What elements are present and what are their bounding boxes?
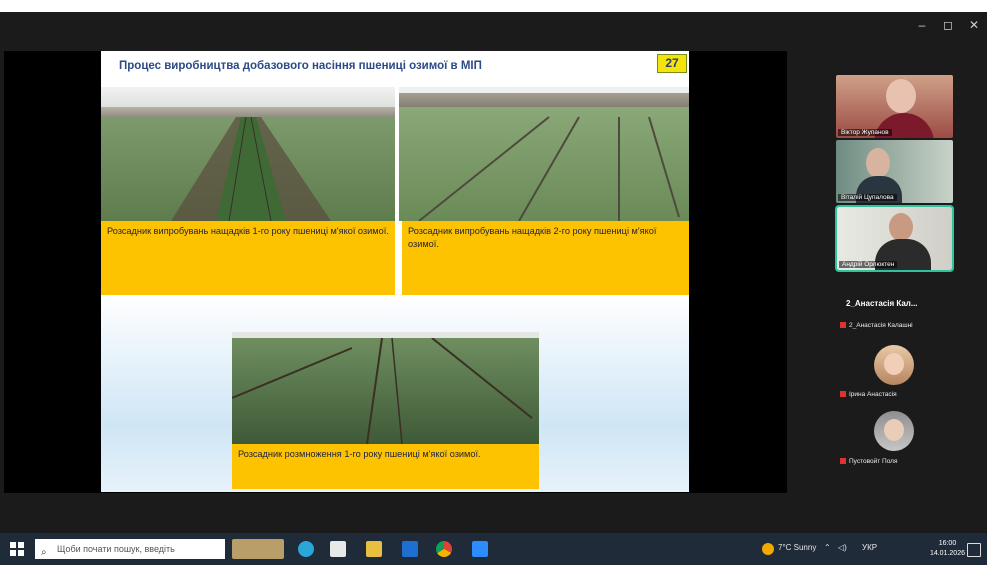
tray-chevron-icon[interactable]: ⌃ [824, 543, 831, 552]
participant-avatar [874, 411, 914, 451]
store-icon[interactable] [330, 541, 346, 557]
field-photo-2 [399, 87, 689, 221]
participant-list-item[interactable]: 2_Анастасія Калашні [840, 322, 913, 329]
participant-avatar [874, 345, 914, 385]
close-button[interactable]: ✕ [961, 14, 987, 36]
taskbar-widget-thumbnail[interactable] [232, 539, 284, 559]
presentation-slide: Процес виробництва добазового насіння пш… [101, 51, 689, 492]
participant-tile-2[interactable]: Віталій Цупалова [836, 140, 953, 203]
notification-icon[interactable] [967, 543, 981, 557]
field-photo-3 [232, 332, 539, 444]
search-icon: ⌕ [41, 547, 47, 558]
caption-3: Розсадник розмноження 1-го року пшениці … [232, 444, 539, 489]
active-speaker-name: 2_Анастасія Кал... [846, 299, 918, 308]
speaker-icon[interactable]: ◁) [838, 543, 847, 552]
weather-text: 7°C Sunny [778, 543, 817, 552]
windows-start-icon[interactable] [10, 542, 24, 556]
window-controls: – ◻ ✕ [909, 14, 987, 36]
caption-2: Розсадник випробувань нащадків 2-го року… [402, 221, 689, 295]
mic-muted-icon [840, 458, 846, 465]
taskbar-clock[interactable]: 16:00 14.01.2026 [930, 539, 965, 559]
participant-name: Андрій Орлюктен [839, 261, 898, 268]
edge-icon[interactable] [298, 541, 314, 557]
slide-number: 27 [657, 54, 687, 73]
taskbar-search-input[interactable]: ⌕ Щоби почати пошук, введіть [35, 539, 225, 559]
slide-title: Процес виробництва добазового насіння пш… [119, 60, 482, 72]
zoom-icon[interactable] [472, 541, 488, 557]
top-white-strip [0, 0, 987, 12]
participant-name: Віталій Цупалова [838, 194, 897, 201]
taskbar: ⌕ Щоби почати пошук, введіть 7°C Sunny ⌃… [0, 533, 987, 565]
minimize-button[interactable]: – [909, 14, 935, 36]
participant-name: Віктор Жупанов [838, 129, 892, 136]
participant-tile-1[interactable]: Віктор Жупанов [836, 75, 953, 138]
chrome-icon[interactable] [436, 541, 452, 557]
weather-sun-icon [762, 543, 774, 555]
outlook-icon[interactable] [402, 541, 418, 557]
mic-muted-icon [840, 322, 846, 329]
participant-list-item[interactable]: Пустовойт Поля [840, 458, 897, 465]
folder-icon[interactable] [366, 541, 382, 557]
caption-1: Розсадник випробувань нащадків 1-го року… [101, 221, 395, 295]
participant-list-item[interactable]: Ірина Анастасія [840, 391, 897, 398]
field-photo-1 [101, 87, 395, 221]
language-indicator[interactable]: УКР [862, 543, 877, 552]
mic-muted-icon [840, 391, 846, 398]
participant-tile-3-active[interactable]: Андрій Орлюктен [835, 205, 954, 272]
restore-button[interactable]: ◻ [935, 14, 961, 36]
